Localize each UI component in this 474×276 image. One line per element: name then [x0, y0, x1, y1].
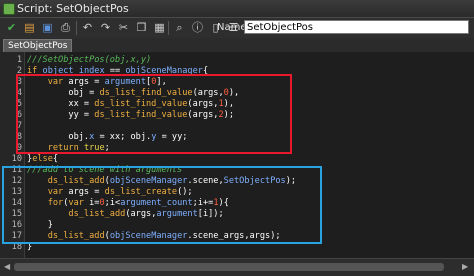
code-line: }	[27, 242, 33, 252]
code-line: ///SetObjectPos(obj,x,y)	[27, 55, 152, 65]
name-field[interactable]: SetObjectPos	[244, 20, 469, 34]
code-line: return true;	[47, 143, 110, 153]
tab-bar: SetObjectPos	[0, 38, 474, 52]
line-number: 12	[11, 176, 22, 186]
horizontal-scrollbar[interactable]: ◀ ▶	[0, 258, 474, 276]
line-number: 16	[11, 220, 22, 230]
code-line: obj = ds_list_find_value(args,0),	[27, 88, 240, 98]
undo-icon[interactable]: ↶	[80, 20, 95, 35]
find-icon[interactable]: ⌕	[172, 20, 187, 35]
line-number: 2	[16, 66, 22, 76]
code-line: xx = ds_list_find_value(args,1),	[27, 99, 234, 109]
scroll-right-icon[interactable]: ▶	[462, 262, 468, 271]
code-line: obj.x = xx; obj.y = yy;	[27, 132, 188, 142]
scrollbar-thumb[interactable]	[14, 263, 444, 271]
line-number: 13	[11, 187, 22, 197]
redo-icon[interactable]: ↷	[98, 20, 113, 35]
code-line: var args = argument[0],	[47, 77, 167, 87]
line-number: 10	[11, 154, 22, 164]
code-line: var args = ds_list_create();	[47, 187, 193, 197]
code-line: ///add to scene with arguments	[27, 165, 183, 175]
scroll-left-icon[interactable]: ◀	[4, 262, 10, 271]
window-title: Script: SetObjectPos	[17, 2, 129, 15]
code-line: ds_list_add(objSceneManager.scene_args,a…	[47, 231, 281, 241]
line-number: 15	[11, 209, 22, 219]
paste-icon[interactable]: ▦	[152, 20, 167, 35]
line-number: 9	[16, 143, 22, 153]
line-number: 3	[16, 77, 22, 87]
line-number: 11	[11, 165, 22, 175]
cut-icon[interactable]: ✂	[116, 20, 131, 35]
copy-icon[interactable]: ❐	[134, 20, 149, 35]
code-line: yy = ds_list_find_value(args,2);	[27, 110, 234, 120]
code-line: if object_index == objSceneManager{	[27, 66, 209, 76]
code-line: ds_list_add(objSceneManager.scene,SetObj…	[47, 176, 297, 186]
line-number: 17	[11, 231, 22, 241]
line-number: 8	[16, 132, 22, 142]
toolbar-separator	[76, 21, 77, 35]
title-bar: Script: SetObjectPos	[0, 0, 474, 17]
code-line: }	[27, 220, 53, 230]
line-number: 4	[16, 88, 22, 98]
check-icon[interactable]: ✔	[4, 20, 19, 35]
print-icon[interactable]: ⎙	[58, 20, 73, 35]
open-icon[interactable]: ▤	[22, 20, 37, 35]
line-number: 14	[11, 198, 22, 208]
save-icon[interactable]: ▣	[40, 20, 55, 35]
line-number: 6	[16, 110, 22, 120]
line-number: 5	[16, 99, 22, 109]
line-number: 18	[11, 242, 22, 252]
code-editor[interactable]: 1 ///SetObjectPos(obj,x,y) 2 if object_inde…	[0, 52, 474, 258]
toolbar-separator	[168, 21, 169, 35]
code-line: for(var i=0;i<argument_count;i+=1){	[47, 198, 229, 208]
line-number: 7	[16, 121, 22, 131]
tab-setobjectpos[interactable]: SetObjectPos	[3, 39, 73, 52]
info-icon[interactable]: ⓘ	[190, 20, 205, 35]
code-line: ds_list_add(args,argument[i]);	[68, 209, 224, 219]
toolbar: ✔ ▤ ▣ ⎙ ↶ ↷ ✂ ❐ ▦ ⌕ ⓘ ▯ ☰ Name: SetObjectPos	[0, 17, 474, 39]
script-icon	[3, 3, 15, 15]
code-line: }else{	[27, 154, 59, 164]
line-number: 1	[16, 55, 22, 65]
